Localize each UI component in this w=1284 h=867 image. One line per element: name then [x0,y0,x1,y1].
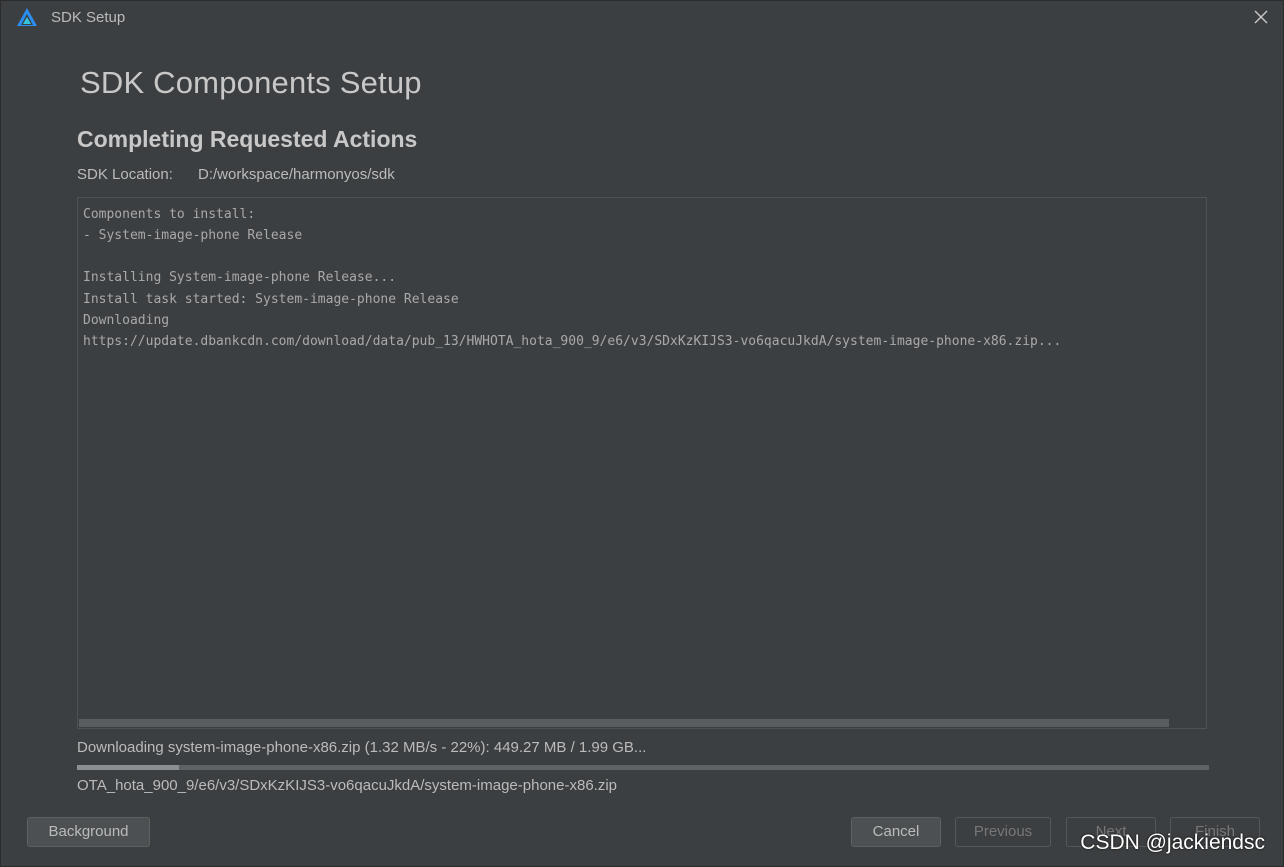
console-line: https://update.dbankcdn.com/download/dat… [83,334,1062,349]
page-title: SDK Components Setup [80,65,422,100]
download-status: Downloading system-image-phone-x86.zip (… [77,739,647,756]
cancel-button[interactable]: Cancel [851,817,941,847]
close-icon[interactable] [1251,7,1271,27]
console-line: - System-image-phone Release [83,228,303,243]
title-bar: SDK Setup [1,1,1283,35]
console-line: Components to install: [83,207,256,222]
download-progress-fill [77,765,179,770]
previous-button[interactable]: Previous [955,817,1051,847]
background-button[interactable]: Background [27,817,150,847]
sdk-location: SDK Location: D:/workspace/harmonyos/sdk [77,166,395,183]
sdk-location-label: SDK Location: [77,166,173,183]
console-line: Install task started: System-image-phone… [83,292,459,307]
console-line: Downloading [83,313,170,328]
download-file-path: OTA_hota_900_9/e6/v3/SDxKzKIJS3-vo6qacuJ… [77,777,618,794]
watermark-text: CSDN @jackiendsc [1080,831,1265,854]
horizontal-scrollbar[interactable] [78,718,1206,728]
sdk-setup-window: SDK Setup SDK Components Setup Completin… [0,0,1284,867]
install-log-console[interactable]: Components to install: - System-image-ph… [77,197,1207,729]
section-title: Completing Requested Actions [77,126,418,152]
harmonyos-deveco-icon [17,8,37,26]
console-line: Installing System-image-phone Release... [83,270,397,285]
window-title: SDK Setup [51,9,126,26]
download-progress-bar [77,765,1209,770]
horizontal-scrollbar-thumb[interactable] [79,719,1169,727]
sdk-location-value: D:/workspace/harmonyos/sdk [198,166,395,183]
